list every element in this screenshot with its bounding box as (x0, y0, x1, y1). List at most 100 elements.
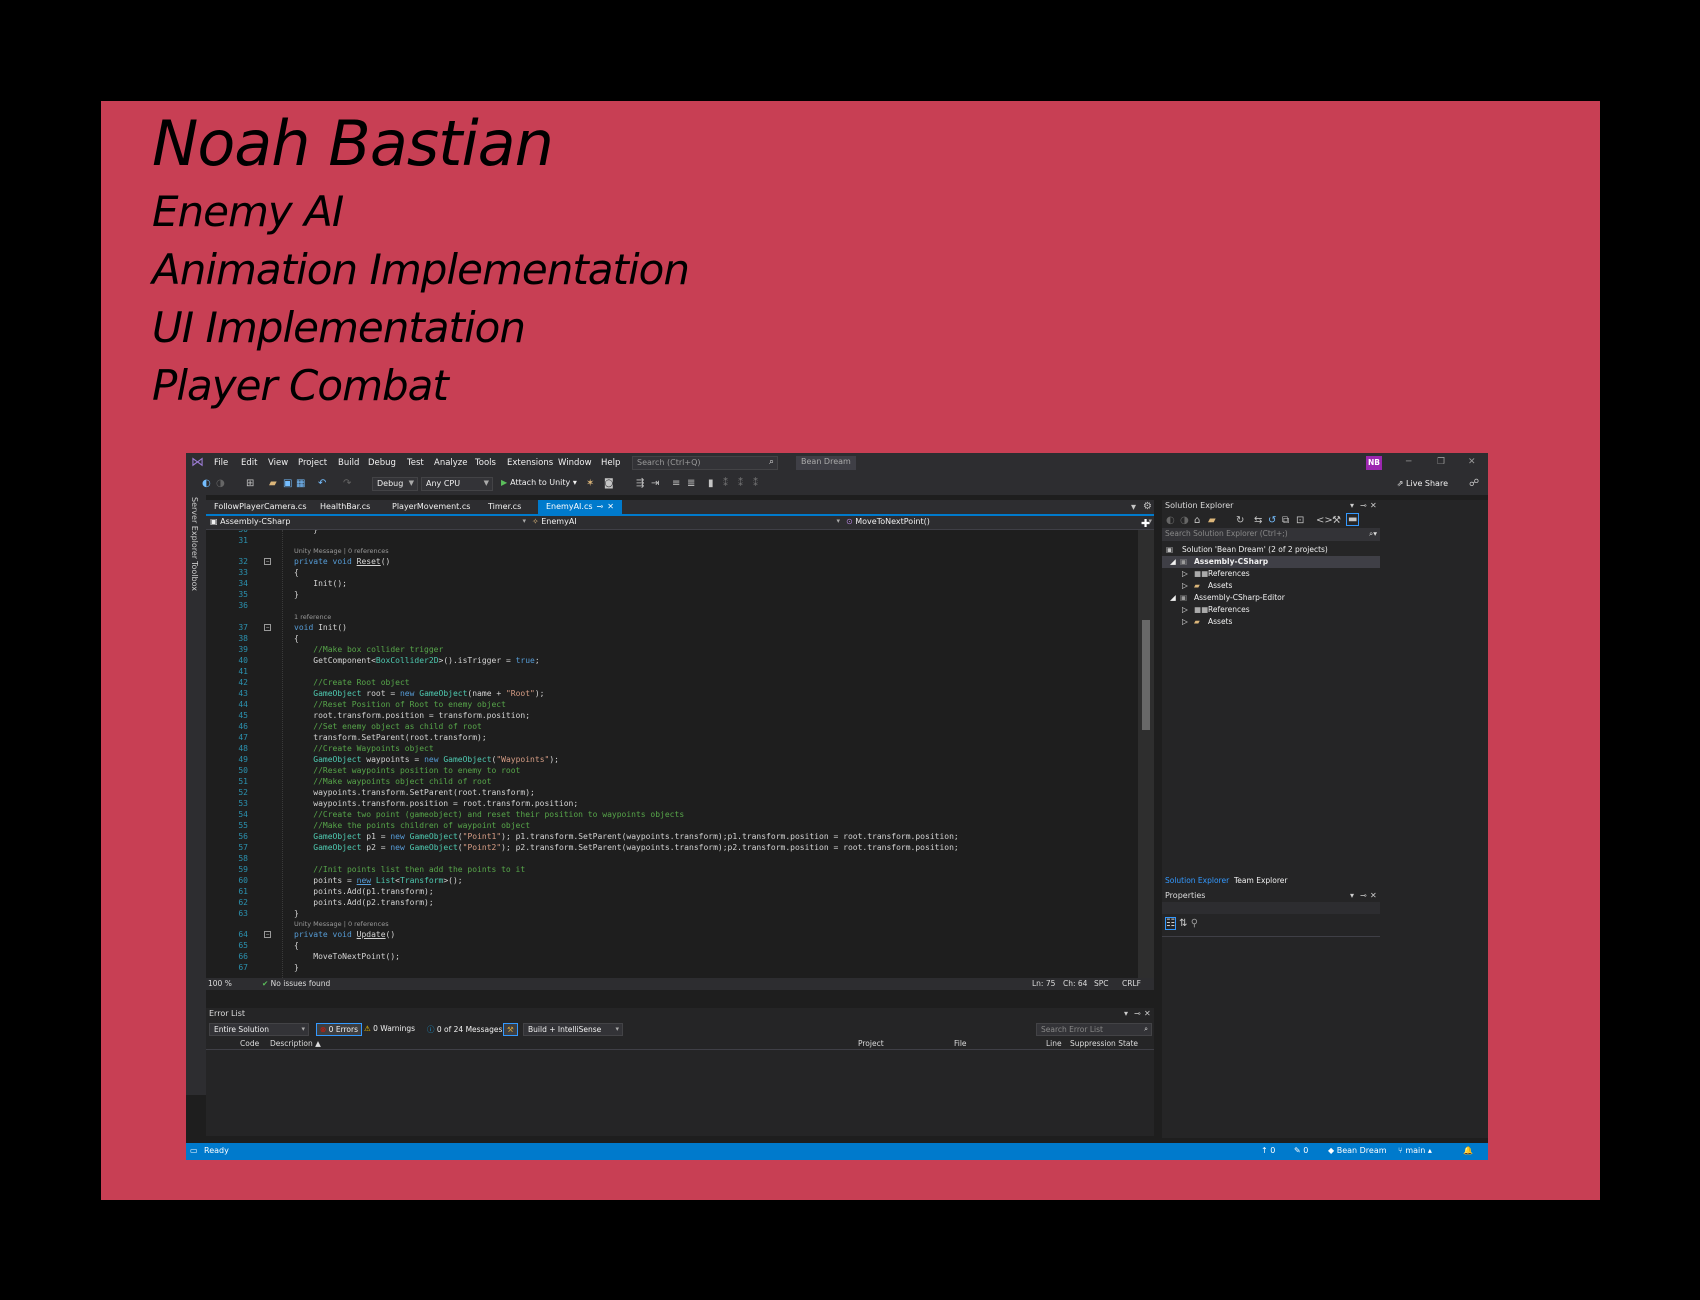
zoom-dropdown[interactable]: 100 % (208, 979, 232, 988)
output-icon[interactable]: ▭ (190, 1146, 198, 1155)
member-dropdown[interactable]: ⊙ MoveToNextPoint() ▾ (842, 517, 1154, 529)
back-icon[interactable]: ◐ (1166, 515, 1175, 526)
sync-icon[interactable]: ⇆ (1254, 515, 1262, 526)
collapsed-arrow-icon[interactable]: ▷ (1182, 605, 1188, 614)
close-icon[interactable]: ✕ (1370, 891, 1377, 900)
errors-filter-button[interactable]: ⊗ 0 Errors (316, 1023, 363, 1036)
messages-filter-button[interactable]: ⓘ 0 of 24 Messages (424, 1023, 505, 1036)
pending-changes[interactable]: ✎ 0 (1294, 1146, 1308, 1155)
feedback-icon[interactable]: ☍ (1469, 478, 1479, 489)
platform-dropdown[interactable]: Any CPU ▼ (421, 477, 493, 491)
pin-icon[interactable]: ⊸ (597, 502, 604, 511)
pending-changes-icon[interactable]: ↻ (1236, 515, 1244, 526)
close-icon[interactable]: ✕ (1468, 457, 1476, 467)
collapse-icon[interactable]: − (264, 931, 271, 938)
preview-selected-icon[interactable]: ▬ (1346, 513, 1360, 526)
settings-icon[interactable]: ⚙ (1143, 501, 1152, 512)
configuration-dropdown[interactable]: Debug ▼ (372, 477, 418, 491)
restore-icon[interactable]: ❐ (1437, 457, 1445, 467)
collapse-all-icon[interactable]: ⧉ (1282, 515, 1289, 526)
properties-wrench-icon[interactable]: ⚒ (1332, 515, 1341, 526)
collapsed-arrow-icon[interactable]: ▷ (1182, 581, 1188, 590)
collapse-icon[interactable]: − (264, 558, 271, 565)
menu-project[interactable]: Project (298, 458, 327, 468)
fire-icon[interactable]: ✶ (586, 478, 594, 489)
tab-dropdown-icon[interactable]: ▾ (1131, 502, 1136, 513)
forward-icon[interactable]: ◑ (1180, 515, 1189, 526)
view-code-icon[interactable]: <> (1316, 515, 1333, 526)
new-project-icon[interactable]: ⊞ (246, 478, 254, 489)
solution-search-input[interactable]: Search Solution Explorer (Ctrl+;) ⌕▾ (1162, 528, 1380, 541)
pin-icon[interactable]: ⊸ (1360, 891, 1367, 900)
menu-test[interactable]: Test (407, 458, 424, 468)
column-file[interactable]: File (954, 1039, 967, 1048)
pin-icon[interactable]: ⊸ (1134, 1009, 1141, 1018)
avatar[interactable]: NB (1366, 456, 1382, 470)
tab-playermovement[interactable]: PlayerMovement.cs (384, 500, 478, 514)
repository-selector[interactable]: ◆ Bean Dream (1328, 1146, 1387, 1155)
column-suppression-state[interactable]: Suppression State (1070, 1039, 1138, 1048)
project-dropdown[interactable]: ▣ Assembly-CSharp ▾ (206, 517, 528, 529)
bookmark-prev-icon[interactable]: ⁑ (723, 478, 728, 489)
forward-icon[interactable]: ◑ (216, 478, 225, 489)
minimize-icon[interactable]: ─ (1406, 457, 1411, 467)
menu-edit[interactable]: Edit (241, 458, 257, 468)
collapsed-arrow-icon[interactable]: ▷ (1182, 569, 1188, 578)
property-pages-icon[interactable]: ⚲ (1191, 918, 1198, 929)
switch-views-icon[interactable]: ▰ (1208, 515, 1216, 526)
split-editor-icon[interactable]: ✚ (1141, 517, 1150, 530)
collapsed-arrow-icon[interactable]: ▷ (1182, 617, 1188, 626)
properties-object-dropdown[interactable] (1162, 902, 1380, 914)
tree-project-assembly-csharp[interactable]: ◢ ▣ Assembly-CSharp (1162, 556, 1380, 568)
menu-extensions[interactable]: Extensions (507, 458, 553, 468)
tree-solution[interactable]: ▣ Solution 'Bean Dream' (2 of 2 projects) (1162, 544, 1380, 556)
tree-references[interactable]: ▷ ■■ References (1162, 604, 1380, 616)
menu-window[interactable]: Window (558, 458, 592, 468)
panel-menu-icon[interactable]: ▾ (1350, 891, 1354, 900)
line-ending-indicator[interactable]: CRLF (1122, 979, 1141, 988)
menu-tools[interactable]: Tools (475, 458, 496, 468)
column-line[interactable]: Line (1046, 1039, 1062, 1048)
back-icon[interactable]: ◐ (202, 478, 211, 489)
bookmark-icon[interactable]: ▮ (708, 478, 714, 489)
tab-solution-explorer[interactable]: Solution Explorer (1165, 876, 1229, 885)
tab-timer[interactable]: Timer.cs (480, 500, 529, 514)
tab-enemyai[interactable]: EnemyAI.cs ⊸ ✕ (538, 500, 622, 514)
open-folder-icon[interactable]: ▰ (269, 478, 277, 489)
unpushed-commits[interactable]: ↑ 0 (1261, 1146, 1275, 1155)
pin-icon[interactable]: ⊸ (1360, 501, 1367, 510)
toolbox-tab[interactable]: Toolbox (190, 561, 199, 591)
screenshot-icon[interactable]: ◙ (604, 478, 614, 489)
column-code[interactable]: Code (240, 1039, 259, 1048)
live-share-button[interactable]: ⇗ Live Share (1397, 479, 1448, 488)
collapse-icon[interactable]: − (264, 624, 271, 631)
tree-references[interactable]: ▷ ■■ References (1162, 568, 1380, 580)
menu-analyze[interactable]: Analyze (434, 458, 468, 468)
column-description[interactable]: Description ▲ (270, 1039, 321, 1048)
menu-build[interactable]: Build (338, 458, 359, 468)
branch-selector[interactable]: ⑂ main ▴ (1398, 1146, 1432, 1155)
menu-help[interactable]: Help (601, 458, 620, 468)
panel-menu-icon[interactable]: ▾ (1350, 501, 1354, 510)
tree-assets[interactable]: ▷ ▰ Assets (1162, 616, 1380, 628)
close-icon[interactable]: ✕ (1370, 501, 1377, 510)
refresh-icon[interactable]: ↺ (1268, 515, 1276, 526)
save-all-icon[interactable]: ▦ (296, 478, 305, 489)
tree-assets[interactable]: ▷ ▰ Assets (1162, 580, 1380, 592)
categorized-icon[interactable]: ☷ (1165, 917, 1176, 930)
scope-dropdown[interactable]: Entire Solution ▾ (209, 1023, 309, 1036)
build-filter-icon[interactable]: ⚒ (503, 1023, 518, 1036)
close-tab-icon[interactable]: ✕ (607, 502, 614, 511)
code-editor[interactable]: 30 } 31 Unity Message | 0 references 32−… (206, 530, 1154, 978)
alphabetical-icon[interactable]: ⇅ (1179, 918, 1187, 929)
menu-debug[interactable]: Debug (368, 458, 396, 468)
whitespace-indicator[interactable]: SPC (1094, 979, 1109, 988)
vertical-scrollbar[interactable] (1138, 530, 1154, 978)
scrollbar-thumb[interactable] (1142, 620, 1150, 730)
show-all-files-icon[interactable]: ⊡ (1296, 515, 1304, 526)
build-source-dropdown[interactable]: Build + IntelliSense ▾ (523, 1023, 623, 1036)
close-icon[interactable]: ✕ (1144, 1009, 1151, 1018)
error-search-input[interactable]: Search Error List ⌕ (1036, 1023, 1152, 1036)
redo-icon[interactable]: ↷ (343, 478, 351, 489)
uncomment-icon[interactable]: ≣ (687, 478, 695, 489)
